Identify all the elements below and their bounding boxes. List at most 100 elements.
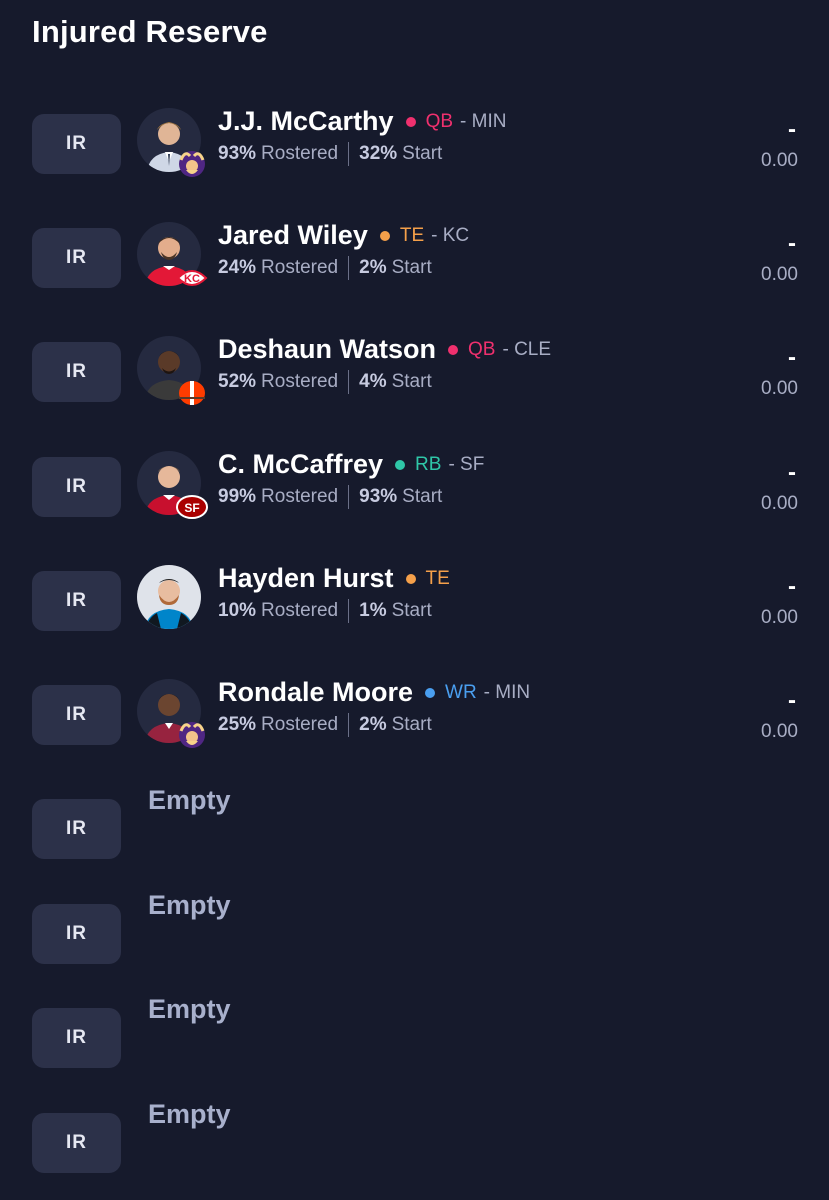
rostered-label: Rostered — [261, 600, 339, 621]
rostered-pct: 25% — [218, 714, 257, 735]
ir-slot-button[interactable]: IR — [32, 904, 121, 964]
ir-slot-button[interactable]: IR — [32, 1008, 121, 1068]
page-title: Injured Reserve — [32, 14, 268, 49]
player-score: 0.00 — [761, 607, 798, 628]
svg-text:KC: KC — [184, 273, 200, 285]
player-team: - SF — [448, 453, 485, 475]
projection-dash: - — [788, 573, 796, 600]
projection-dash: - — [788, 344, 796, 371]
player-stats: 24% Rostered 2% Start — [218, 256, 432, 280]
ir-slot-button[interactable]: IR — [32, 685, 121, 745]
start-pct: 2% — [359, 257, 387, 278]
ir-slot-button[interactable]: IR — [32, 342, 121, 402]
rostered-pct: 24% — [218, 257, 257, 278]
browns-logo-icon — [179, 381, 205, 405]
ir-slot-button[interactable]: IR — [32, 114, 121, 174]
stats-divider — [348, 256, 350, 280]
position-dot-icon — [405, 116, 416, 127]
player-stats: 10% Rostered 1% Start — [218, 599, 432, 623]
player-position: TE — [399, 224, 425, 246]
player-name[interactable]: Jared Wiley — [218, 220, 368, 251]
start-label: Start — [402, 486, 443, 507]
roster-slot-player[interactable]: IR KC Jared Wiley TE - KC 24% Rostered 2… — [0, 220, 829, 322]
ir-slot-button[interactable]: IR — [32, 1113, 121, 1173]
projection-dash: - — [788, 459, 796, 486]
rostered-pct: 99% — [218, 486, 257, 507]
roster-slot-player[interactable]: IR Deshaun Watson QB - CLE 52% Rostered … — [0, 334, 829, 436]
roster-slot-empty[interactable]: IR Empty — [0, 994, 829, 1102]
player-team: - MIN — [460, 110, 507, 132]
empty-slot-label: Empty — [148, 1099, 231, 1129]
position-dot-icon — [379, 230, 390, 241]
player-avatar[interactable] — [137, 565, 201, 629]
rostered-label: Rostered — [261, 143, 339, 164]
projection-dash: - — [788, 230, 796, 257]
stats-divider — [348, 370, 350, 394]
start-label: Start — [391, 371, 432, 392]
stats-divider — [348, 142, 350, 166]
ir-slot-button[interactable]: IR — [32, 457, 121, 517]
start-pct: 93% — [359, 486, 398, 507]
start-label: Start — [402, 143, 443, 164]
start-label: Start — [391, 714, 432, 735]
player-name[interactable]: Hayden Hurst — [218, 563, 394, 594]
svg-text:SF: SF — [184, 501, 199, 515]
rostered-pct: 52% — [218, 371, 257, 392]
player-stats: 99% Rostered 93% Start — [218, 485, 442, 509]
player-position: TE — [425, 567, 450, 589]
rostered-pct: 93% — [218, 143, 257, 164]
roster-slot-player[interactable]: IR J.J. McCarthy QB - MIN 93% Rostered 3… — [0, 106, 829, 208]
player-team: - KC — [431, 224, 470, 246]
stats-divider — [348, 485, 350, 509]
player-score: 0.00 — [761, 721, 798, 742]
empty-slot-label: Empty — [148, 890, 231, 920]
empty-slot-label: Empty — [148, 994, 231, 1024]
roster-slot-empty[interactable]: IR Empty — [0, 890, 829, 998]
rostered-label: Rostered — [261, 714, 339, 735]
position-dot-icon — [425, 687, 436, 698]
start-pct: 4% — [359, 371, 387, 392]
player-stats: 52% Rostered 4% Start — [218, 370, 432, 394]
start-pct: 32% — [359, 143, 398, 164]
vikings-logo-icon — [179, 722, 205, 748]
player-score: 0.00 — [761, 378, 798, 399]
position-dot-icon — [395, 459, 406, 470]
ir-slot-button[interactable]: IR — [32, 571, 121, 631]
player-name[interactable]: J.J. McCarthy — [218, 106, 394, 137]
rostered-label: Rostered — [261, 257, 339, 278]
roster-slot-player[interactable]: IR SF C. McCaffrey RB - SF 99% Rostered … — [0, 449, 829, 551]
vikings-logo-icon — [179, 151, 205, 177]
stats-divider — [348, 599, 350, 623]
start-pct: 1% — [359, 600, 387, 621]
player-stats: 25% Rostered 2% Start — [218, 713, 432, 737]
player-team: - CLE — [502, 338, 552, 360]
ir-slot-button[interactable]: IR — [32, 799, 121, 859]
empty-slot-label: Empty — [148, 785, 231, 815]
start-label: Start — [391, 600, 432, 621]
ir-slot-button[interactable]: IR — [32, 228, 121, 288]
start-pct: 2% — [359, 714, 387, 735]
start-label: Start — [391, 257, 432, 278]
roster-slot-empty[interactable]: IR Empty — [0, 1099, 829, 1200]
rostered-label: Rostered — [261, 371, 339, 392]
chiefs-logo-icon: KC — [176, 270, 208, 286]
rostered-pct: 10% — [218, 600, 257, 621]
rostered-label: Rostered — [261, 486, 339, 507]
player-name[interactable]: C. McCaffrey — [218, 449, 383, 480]
roster-slot-player[interactable]: IR Rondale Moore WR - MIN 25% Rostered 2… — [0, 677, 829, 779]
player-name[interactable]: Rondale Moore — [218, 677, 413, 708]
roster-slot-empty[interactable]: IR Empty — [0, 785, 829, 893]
position-dot-icon — [448, 344, 459, 355]
49ers-logo-icon: SF — [176, 495, 208, 519]
player-position: QB — [468, 338, 496, 360]
player-name[interactable]: Deshaun Watson — [218, 334, 436, 365]
player-stats: 93% Rostered 32% Start — [218, 142, 442, 166]
player-score: 0.00 — [761, 493, 798, 514]
player-position: WR — [445, 681, 477, 703]
player-score: 0.00 — [761, 150, 798, 171]
player-position: RB — [415, 453, 442, 475]
player-team: - MIN — [483, 681, 531, 703]
roster-slot-player[interactable]: IR Hayden Hurst TE 10% Rostered 1% Start… — [0, 563, 829, 665]
projection-dash: - — [788, 116, 796, 143]
player-score: 0.00 — [761, 264, 798, 285]
